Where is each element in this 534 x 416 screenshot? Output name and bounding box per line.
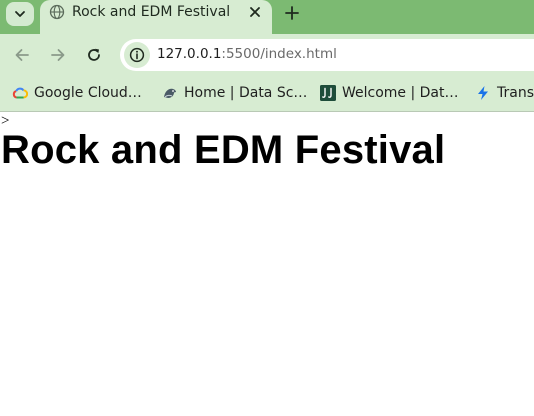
active-tab[interactable]: Rock and EDM Festival: [40, 0, 272, 34]
lightning-icon: [478, 86, 488, 100]
info-icon: [129, 47, 145, 63]
new-tab-button[interactable]: [280, 2, 304, 24]
bird-icon: [164, 88, 176, 98]
forward-button[interactable]: [46, 43, 70, 67]
page-viewport: > Rock and EDM Festival: [0, 113, 534, 416]
page-heading: Rock and EDM Festival: [1, 128, 446, 172]
bookmark-label: Welcome | Dat…: [342, 85, 459, 101]
url-text: 127.0.0.1:5500/index.html: [157, 46, 337, 62]
tab-close-button[interactable]: [246, 3, 264, 21]
bookmark-welcome[interactable]: Welcome | Dat…: [320, 83, 459, 103]
site-info-button[interactable]: [124, 42, 150, 68]
tab-strip: Rock and EDM Festival: [0, 0, 534, 34]
bookmark-label: Google Cloud…: [34, 85, 142, 101]
arrow-right-icon: [51, 49, 65, 61]
bookmark-label: Trans: [497, 85, 534, 101]
reload-button[interactable]: [82, 43, 106, 67]
jj-logo-icon: [320, 85, 336, 101]
bookmarks-bar: Google Cloud… Home | Data Sc… Welcome | …: [0, 75, 534, 112]
address-bar[interactable]: 127.0.0.1:5500/index.html: [120, 39, 534, 71]
google-cloud-icon: [12, 87, 28, 99]
url-path: :5500/index.html: [221, 46, 337, 62]
bookmark-label: Home | Data Sc…: [184, 85, 308, 101]
url-host: 127.0.0.1: [157, 46, 222, 62]
close-icon: [250, 7, 260, 17]
bookmark-trans[interactable]: Trans: [475, 83, 534, 103]
globe-icon: [49, 4, 65, 20]
plus-icon: [285, 6, 299, 20]
tab-title: Rock and EDM Festival: [72, 4, 231, 20]
bookmark-data-science[interactable]: Home | Data Sc…: [162, 83, 307, 103]
reload-icon: [88, 48, 100, 61]
chevron-down-icon: [15, 11, 25, 17]
arrow-left-icon: [15, 49, 29, 61]
back-button[interactable]: [10, 43, 34, 67]
browser-toolbar: 127.0.0.1:5500/index.html: [0, 34, 534, 75]
bookmark-google-cloud[interactable]: Google Cloud…: [12, 83, 142, 103]
tab-search-button[interactable]: [6, 2, 34, 26]
